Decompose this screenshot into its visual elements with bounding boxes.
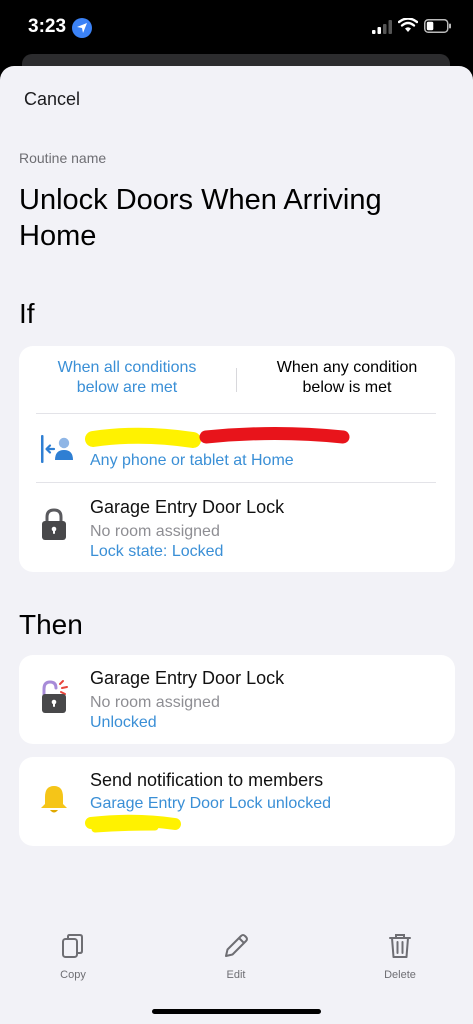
action-notification-message-link[interactable]: Garage Entry Door Lock unlocked xyxy=(90,795,331,813)
segment-divider xyxy=(236,368,237,392)
if-section-title: If xyxy=(19,298,35,329)
trash-icon xyxy=(389,934,411,958)
segment-any-condition[interactable]: When any condition below is met xyxy=(255,358,439,402)
copy-icon xyxy=(62,934,83,958)
condition-presence[interactable]: Any phone or tablet at Home xyxy=(19,414,455,482)
wifi-icon xyxy=(398,18,418,32)
condition-state-link[interactable]: Lock state: Locked xyxy=(90,543,223,561)
redaction-mark xyxy=(85,427,350,448)
edit-label: Edit xyxy=(226,969,246,981)
delete-label: Delete xyxy=(384,969,416,981)
bell-icon xyxy=(41,786,67,813)
action-room-label: No room assigned xyxy=(90,694,220,711)
condition-device-title: Garage Entry Door Lock xyxy=(90,497,285,517)
action-unlock-card[interactable]: Garage Entry Door Lock No room assigned … xyxy=(19,655,455,744)
routine-edit-sheet: Cancel Routine name Unlock Doors When Ar… xyxy=(0,66,473,1024)
location-arrow-icon xyxy=(72,18,92,38)
cellular-signal-icon xyxy=(372,20,392,34)
action-state-link[interactable]: Unlocked xyxy=(90,714,157,732)
unlock-icon xyxy=(42,680,68,713)
action-notification-title: Send notification to members xyxy=(90,770,324,790)
then-section-title: Then xyxy=(19,609,83,640)
edit-button[interactable]: Edit xyxy=(196,932,276,981)
highlight-mark xyxy=(85,814,181,833)
battery-icon xyxy=(424,19,451,33)
copy-label: Copy xyxy=(60,969,86,981)
delete-button[interactable]: Delete xyxy=(360,932,440,981)
status-bar: 3:23 xyxy=(0,0,473,56)
condition-room-label: No room assigned xyxy=(90,523,220,540)
condition-detail-link[interactable]: Any phone or tablet at Home xyxy=(90,452,294,470)
copy-button[interactable]: Copy xyxy=(33,932,113,981)
lock-icon xyxy=(42,508,66,540)
segment-all-conditions[interactable]: When all conditions below are met xyxy=(37,358,217,402)
presence-arrival-icon xyxy=(41,435,73,463)
home-indicator xyxy=(152,1009,321,1014)
routine-name-label: Routine name xyxy=(19,150,107,166)
action-device-title: Garage Entry Door Lock xyxy=(90,668,285,688)
action-notification-card[interactable]: Send notification to members Garage Entr… xyxy=(19,757,455,846)
status-time: 3:23 xyxy=(28,16,67,37)
condition-lock-state[interactable]: Garage Entry Door Lock No room assigned … xyxy=(19,483,455,572)
pencil-icon xyxy=(225,934,248,957)
routine-name-field[interactable]: Unlock Doors When Arriving Home xyxy=(19,182,449,254)
if-conditions-card: When all conditions below are met When a… xyxy=(19,346,455,572)
cancel-button[interactable]: Cancel xyxy=(24,89,80,110)
